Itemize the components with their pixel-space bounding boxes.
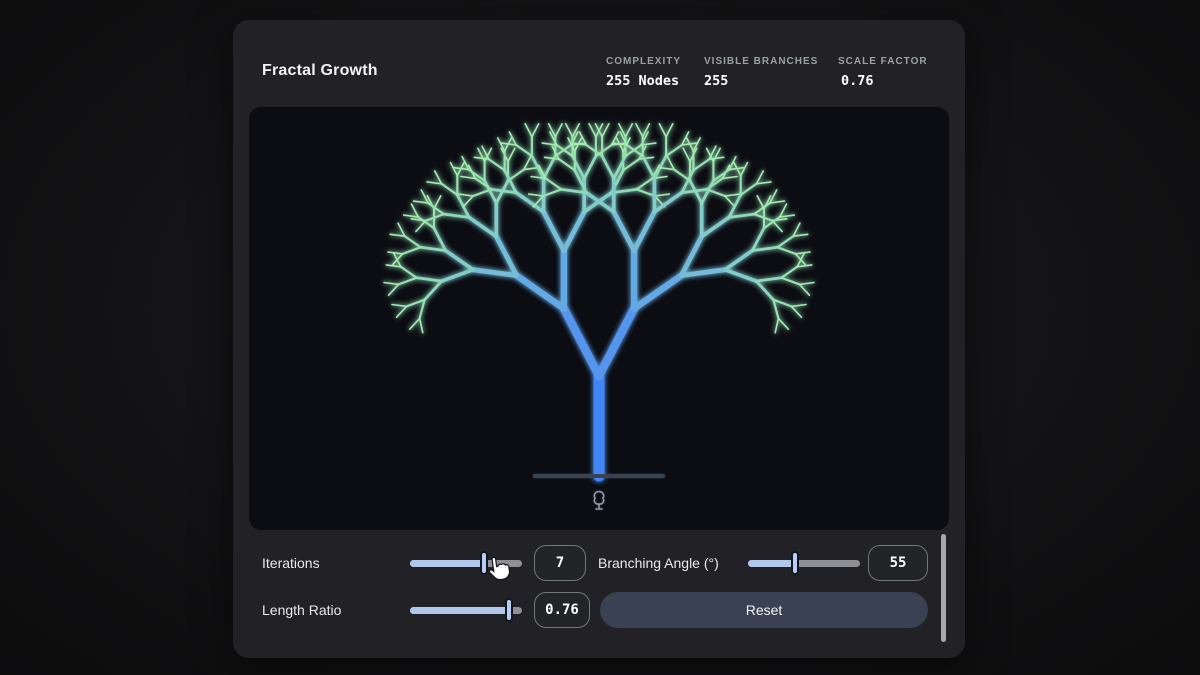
stat-complexity: COMPLEXITY 255 Nodes: [606, 56, 681, 89]
slider-fill: [748, 560, 795, 567]
slider-fill: [410, 607, 509, 614]
iterations-slider[interactable]: [410, 551, 522, 575]
stat-scale-factor-value: 0.76: [838, 73, 928, 89]
slider-fill: [410, 560, 484, 567]
tree-icon: [594, 492, 603, 510]
page-title: Fractal Growth: [262, 62, 378, 80]
branching-angle-value-box[interactable]: 55: [868, 545, 928, 581]
length-ratio-value-box[interactable]: 0.76: [534, 592, 590, 628]
length-ratio-label: Length Ratio: [262, 602, 341, 618]
branching-angle-slider[interactable]: [748, 551, 860, 575]
stat-complexity-value: 255 Nodes: [606, 73, 681, 89]
stat-visible-branches-value: 255: [704, 73, 818, 89]
stat-visible-branches-label: VISIBLE BRANCHES: [704, 56, 818, 67]
length-ratio-slider[interactable]: [410, 598, 522, 622]
stat-visible-branches: VISIBLE BRANCHES 255: [704, 56, 818, 89]
vertical-scrollbar-thumb[interactable]: [941, 534, 946, 642]
fractal-tree: [249, 107, 949, 530]
iterations-value-box[interactable]: 7: [534, 545, 586, 581]
length-ratio-slider-thumb[interactable]: [505, 598, 513, 622]
branching-angle-label: Branching Angle (°): [598, 555, 719, 571]
stat-complexity-label: COMPLEXITY: [606, 56, 681, 67]
branching-angle-slider-thumb[interactable]: [791, 551, 799, 575]
iterations-label: Iterations: [262, 555, 320, 571]
fractal-branches: [384, 124, 814, 476]
fractal-app-card: Fractal Growth COMPLEXITY 255 Nodes VISI…: [233, 20, 965, 658]
stat-scale-factor-label: SCALE FACTOR: [838, 56, 928, 67]
iterations-slider-thumb[interactable]: [480, 551, 488, 575]
stat-scale-factor: SCALE FACTOR 0.76: [838, 56, 928, 89]
fractal-canvas[interactable]: [249, 107, 949, 530]
reset-button[interactable]: Reset: [600, 592, 928, 628]
